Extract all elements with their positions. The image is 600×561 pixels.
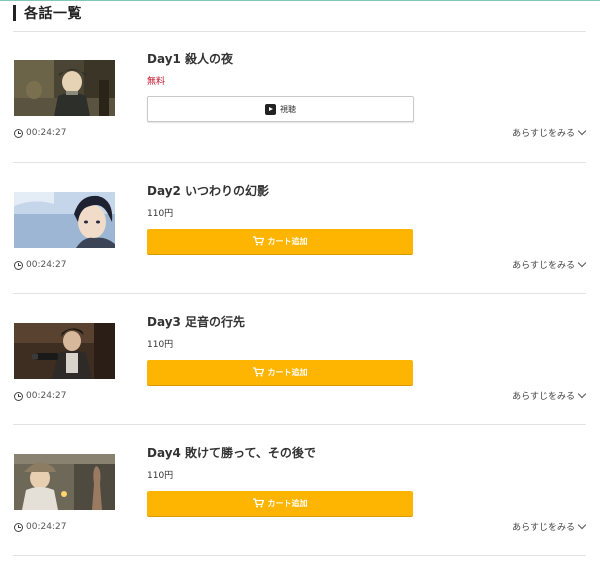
section-header: 各話一覧 — [13, 4, 82, 22]
episode-title[interactable]: Day3 足音の行先 — [147, 313, 245, 330]
chevron-down-icon — [577, 258, 587, 268]
cart-button-label: カート追加 — [267, 368, 308, 377]
play-icon — [265, 103, 276, 115]
divider — [13, 555, 586, 556]
episode-thumbnail-4[interactable] — [14, 454, 115, 510]
synopsis-label: あらすじをみる — [512, 129, 575, 139]
duration-text: 00:24:27 — [26, 128, 67, 138]
add-to-cart-button[interactable]: カート追加 — [147, 360, 413, 385]
episode-price: 無料 — [147, 77, 166, 87]
episode-duration: 00:24:27 — [14, 391, 66, 401]
episode-duration: 00:24:27 — [14, 522, 66, 532]
episode-thumbnail-2[interactable] — [14, 192, 115, 248]
clock-icon — [14, 128, 23, 138]
chevron-down-icon — [577, 389, 587, 399]
episode-thumbnail-3[interactable] — [14, 323, 115, 379]
episode-title[interactable]: Day4 敗けて勝って、その後で — [147, 444, 316, 461]
chevron-down-icon — [577, 520, 587, 530]
synopsis-toggle[interactable]: あらすじをみる — [512, 126, 587, 139]
duration-text: 00:24:27 — [26, 391, 67, 401]
episode-item-3: Day3 足音の行先 110円 カート追加 00:24:27 あらすじをみる — [0, 294, 600, 424]
episode-price: 110円 — [147, 471, 174, 481]
cart-icon — [252, 366, 264, 379]
episode-price: 110円 — [147, 209, 174, 219]
synopsis-label: あらすじをみる — [512, 261, 575, 271]
synopsis-label: あらすじをみる — [512, 523, 575, 533]
episode-thumbnail-1[interactable] — [14, 60, 115, 116]
add-to-cart-button[interactable]: カート追加 — [147, 491, 413, 516]
synopsis-toggle[interactable]: あらすじをみる — [512, 258, 587, 271]
clock-icon — [14, 260, 23, 270]
episode-duration: 00:24:27 — [14, 260, 66, 270]
watch-button-label: 視聴 — [280, 104, 296, 114]
top-accent-rule — [0, 0, 600, 1]
synopsis-toggle[interactable]: あらすじをみる — [512, 389, 587, 402]
add-to-cart-button[interactable]: カート追加 — [147, 229, 413, 254]
watch-button[interactable]: 視聴 — [147, 96, 414, 122]
cart-button-label: カート追加 — [267, 237, 308, 246]
episode-duration: 00:24:27 — [14, 128, 66, 138]
episode-price: 110円 — [147, 340, 174, 350]
cart-icon — [252, 497, 264, 510]
duration-text: 00:24:27 — [26, 522, 67, 532]
clock-icon — [14, 522, 23, 532]
section-title: 各話一覧 — [24, 5, 82, 22]
synopsis-label: あらすじをみる — [512, 392, 575, 402]
cart-icon — [252, 235, 264, 248]
chevron-down-icon — [577, 126, 587, 136]
duration-text: 00:24:27 — [26, 260, 67, 270]
episode-title[interactable]: Day2 いつわりの幻影 — [147, 182, 269, 199]
cart-button-label: カート追加 — [267, 499, 308, 508]
section-header-bar — [13, 4, 16, 21]
episode-title[interactable]: Day1 殺人の夜 — [147, 50, 233, 67]
synopsis-toggle[interactable]: あらすじをみる — [512, 520, 587, 533]
episode-item-4: Day4 敗けて勝って、その後で 110円 カート追加 00:24:27 あらす… — [0, 425, 600, 555]
episode-item-1: Day1 殺人の夜 無料 視聴 00:24:27 あらすじをみる — [0, 31, 600, 161]
episode-item-2: Day2 いつわりの幻影 110円 カート追加 00:24:27 あらすじをみる — [0, 163, 600, 293]
clock-icon — [14, 391, 23, 401]
